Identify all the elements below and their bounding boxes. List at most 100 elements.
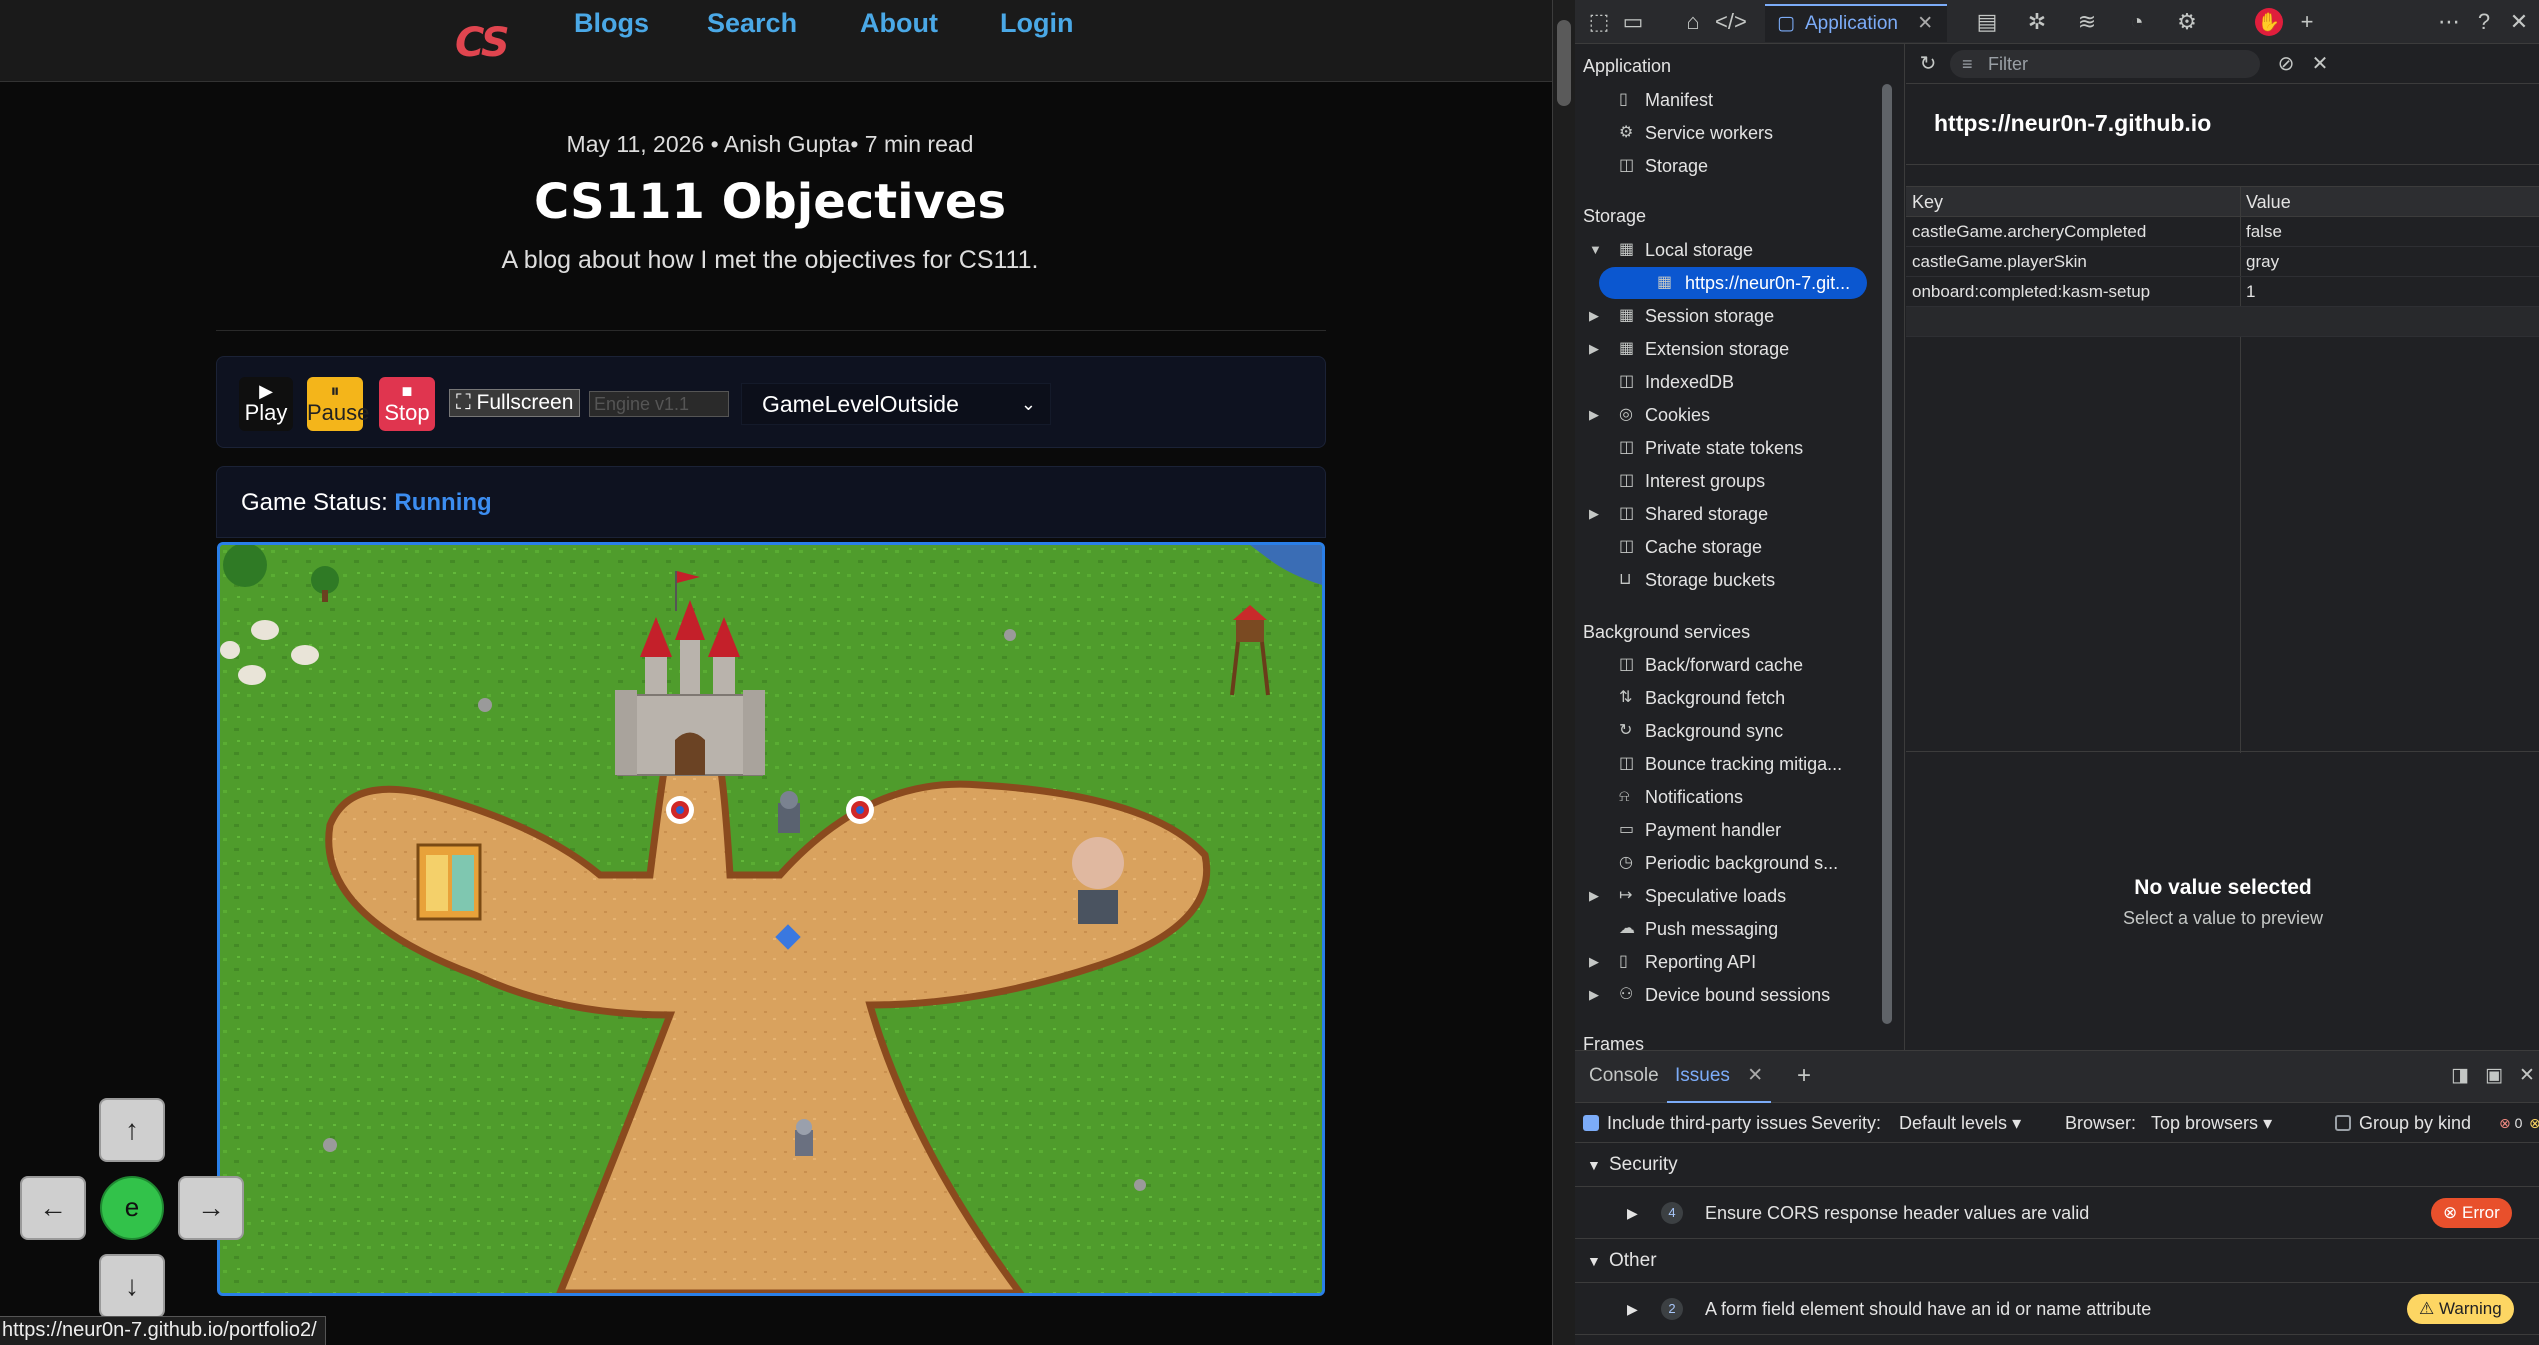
- elements-icon[interactable]: </>: [1715, 8, 1747, 36]
- sidebar-item-periodic-background-sync[interactable]: ◷ Periodic background s...: [1575, 847, 1889, 879]
- extension-stop-icon[interactable]: ✋: [2255, 8, 2283, 36]
- sidebar-item-extension-storage[interactable]: ▶ ▦ Extension storage: [1575, 333, 1889, 365]
- refresh-icon[interactable]: ↻: [1914, 50, 1942, 78]
- dpad-right-button[interactable]: →: [178, 1176, 244, 1240]
- sidebar-item-cache-storage[interactable]: ◫ Cache storage: [1575, 531, 1889, 563]
- nav-link-about[interactable]: About: [860, 8, 938, 39]
- close-icon[interactable]: ✕: [1747, 1065, 1763, 1086]
- game-canvas[interactable]: [217, 542, 1325, 1296]
- nav-link-login[interactable]: Login: [1000, 8, 1073, 39]
- nav-link-search[interactable]: Search: [707, 8, 797, 39]
- pause-label: Pause: [307, 400, 370, 425]
- issue-row[interactable]: ▶ 4 Ensure CORS response header values a…: [1575, 1187, 2539, 1239]
- collapsed-triangle-icon[interactable]: ▶: [1589, 946, 1599, 978]
- add-tab-icon[interactable]: +: [1797, 1051, 1811, 1103]
- collapsed-triangle-icon[interactable]: ▶: [1589, 399, 1599, 431]
- column-value[interactable]: Value: [2246, 187, 2291, 217]
- dpad-left-button[interactable]: ←: [20, 1176, 86, 1240]
- dpad-down-button[interactable]: ↓: [99, 1254, 165, 1318]
- sidebar-item-indexeddb[interactable]: ◫ IndexedDB: [1575, 366, 1889, 398]
- sidebar-item-background-sync[interactable]: ↻ Background sync: [1575, 715, 1889, 747]
- game-controls: ▶ Play ⏸ Pause ■ Stop ⛶ Fullscreen Engin…: [216, 356, 1326, 448]
- sidebar-item-session-storage[interactable]: ▶ ▦ Session storage: [1575, 300, 1889, 332]
- browser-dropdown[interactable]: Top browsers ▾: [2151, 1103, 2272, 1143]
- sidebar-item-private-state-tokens[interactable]: ◫ Private state tokens: [1575, 432, 1889, 464]
- collapsed-triangle-icon[interactable]: ▶: [1589, 979, 1599, 1011]
- sidebar-item-payment-handler[interactable]: ▭ Payment handler: [1575, 814, 1889, 846]
- sidebar-item-service-workers[interactable]: ⚙ Service workers: [1575, 117, 1889, 149]
- expanded-triangle-icon[interactable]: ▼: [1589, 234, 1602, 266]
- site-logo[interactable]: CS: [455, 20, 510, 66]
- play-button[interactable]: ▶ Play: [239, 377, 293, 431]
- help-icon[interactable]: ?: [2470, 8, 2498, 36]
- include-third-party-checkbox[interactable]: Include third-party issues: [1583, 1103, 1807, 1143]
- inspect-icon[interactable]: ⬚: [1585, 8, 1613, 36]
- fullscreen-button[interactable]: ⛶ Fullscreen: [449, 389, 581, 417]
- pause-button[interactable]: ⏸ Pause: [307, 377, 370, 431]
- sidebar-item-device-bound-sessions[interactable]: ▶ ⚇ Device bound sessions: [1575, 979, 1889, 1011]
- more-icon[interactable]: ⋯: [2435, 8, 2463, 36]
- severity-dropdown[interactable]: Default levels ▾: [1899, 1103, 2021, 1143]
- sidebar-item-interest-groups[interactable]: ◫ Interest groups: [1575, 465, 1889, 497]
- performance-icon[interactable]: ✲: [2023, 8, 2051, 36]
- delete-selected-icon[interactable]: ✕: [2306, 50, 2334, 78]
- preview-title: No value selected: [2134, 876, 2312, 899]
- sidebar-item-shared-storage[interactable]: ▶ ◫ Shared storage: [1575, 498, 1889, 530]
- issue-row[interactable]: ▶ 2 A form field element should have an …: [1575, 1283, 2539, 1335]
- sidebar-item-background-fetch[interactable]: ⇅ Background fetch: [1575, 682, 1889, 714]
- home-icon[interactable]: ⌂: [1679, 8, 1707, 36]
- user-lock-icon: ⚇: [1619, 986, 1634, 1003]
- sidebar-item-reporting-api[interactable]: ▶ ▯ Reporting API: [1575, 946, 1889, 978]
- dpad-up-button[interactable]: ↑: [99, 1098, 165, 1162]
- sidebar-item-bounce-tracking[interactable]: ◫ Bounce tracking mitiga...: [1575, 748, 1889, 780]
- dock-side-icon[interactable]: ◨: [2451, 1051, 2469, 1103]
- engine-select[interactable]: Engine v1.1: [589, 391, 729, 417]
- collapsed-triangle-icon[interactable]: ▶: [1589, 300, 1599, 332]
- clear-all-icon[interactable]: ⊘: [2272, 50, 2300, 78]
- scrollbar-thumb[interactable]: [1882, 84, 1892, 1024]
- tab-console[interactable]: Console: [1589, 1051, 1659, 1103]
- sidebar-item-back-forward-cache[interactable]: ◫ Back/forward cache: [1575, 649, 1889, 681]
- memory-icon[interactable]: ◔: [2123, 8, 2151, 36]
- stop-button[interactable]: ■ Stop: [379, 377, 435, 431]
- sources-icon[interactable]: ▤: [1973, 8, 2001, 36]
- filter-input[interactable]: ≡ Filter: [1950, 50, 2260, 78]
- table-row[interactable]: castleGame.playerSkin gray: [1906, 247, 2539, 277]
- sidebar-item-push-messaging[interactable]: ☁ Push messaging: [1575, 913, 1889, 945]
- sidebar-item-cookies[interactable]: ▶ ◎ Cookies: [1575, 399, 1889, 431]
- issue-group-security[interactable]: ▼ Security: [1575, 1143, 2539, 1187]
- close-devtools-icon[interactable]: ✕: [2505, 8, 2533, 36]
- page-scrollbar[interactable]: [1553, 0, 1575, 1345]
- sidebar-item-local-storage-origin[interactable]: ▦ https://neur0n-7.git...: [1599, 267, 1867, 299]
- nav-link-blogs[interactable]: Blogs: [574, 8, 649, 39]
- table-row-empty[interactable]: [1906, 307, 2539, 337]
- tab-issues[interactable]: Issues ✕: [1667, 1051, 1772, 1103]
- close-drawer-icon[interactable]: ✕: [2519, 1051, 2535, 1103]
- settings-icon[interactable]: ⚙: [2173, 8, 2201, 36]
- sidebar-scrollbar[interactable]: [1879, 44, 1895, 1050]
- sidebar-item-local-storage[interactable]: ▼ ▦ Local storage: [1575, 234, 1889, 266]
- close-icon[interactable]: ✕: [1917, 13, 1933, 34]
- collapsed-triangle-icon[interactable]: ▶: [1589, 880, 1599, 912]
- table-row[interactable]: onboard:completed:kasm-setup 1: [1906, 277, 2539, 307]
- undock-icon[interactable]: ▣: [2485, 1051, 2503, 1103]
- scrollbar-thumb[interactable]: [1557, 20, 1571, 106]
- issue-group-other[interactable]: ▼ Other: [1575, 1239, 2539, 1283]
- table-row[interactable]: castleGame.archeryCompleted false: [1906, 217, 2539, 247]
- grid-icon: ▦: [1619, 307, 1635, 324]
- tab-application[interactable]: ▢ Application ✕: [1765, 4, 1948, 42]
- column-key[interactable]: Key: [1912, 187, 1943, 217]
- dpad-interact-button[interactable]: e: [100, 1176, 164, 1240]
- add-tab-icon[interactable]: +: [2293, 8, 2321, 36]
- sidebar-item-storage[interactable]: ◫ Storage: [1575, 150, 1889, 182]
- sidebar-item-storage-buckets[interactable]: ⊔ Storage buckets: [1575, 564, 1889, 596]
- sidebar-item-manifest[interactable]: ▯ Manifest: [1575, 84, 1889, 116]
- group-by-kind-checkbox[interactable]: Group by kind: [2335, 1103, 2471, 1143]
- sidebar-item-speculative-loads[interactable]: ▶ ↦ Speculative loads: [1575, 880, 1889, 912]
- collapsed-triangle-icon[interactable]: ▶: [1589, 333, 1599, 365]
- network-icon[interactable]: ≋: [2073, 8, 2101, 36]
- sidebar-item-notifications[interactable]: ⍾ Notifications: [1575, 781, 1889, 813]
- level-select[interactable]: GameLevelOutside ⌄: [741, 383, 1051, 425]
- collapsed-triangle-icon[interactable]: ▶: [1589, 498, 1599, 530]
- device-icon[interactable]: ▭: [1619, 8, 1647, 36]
